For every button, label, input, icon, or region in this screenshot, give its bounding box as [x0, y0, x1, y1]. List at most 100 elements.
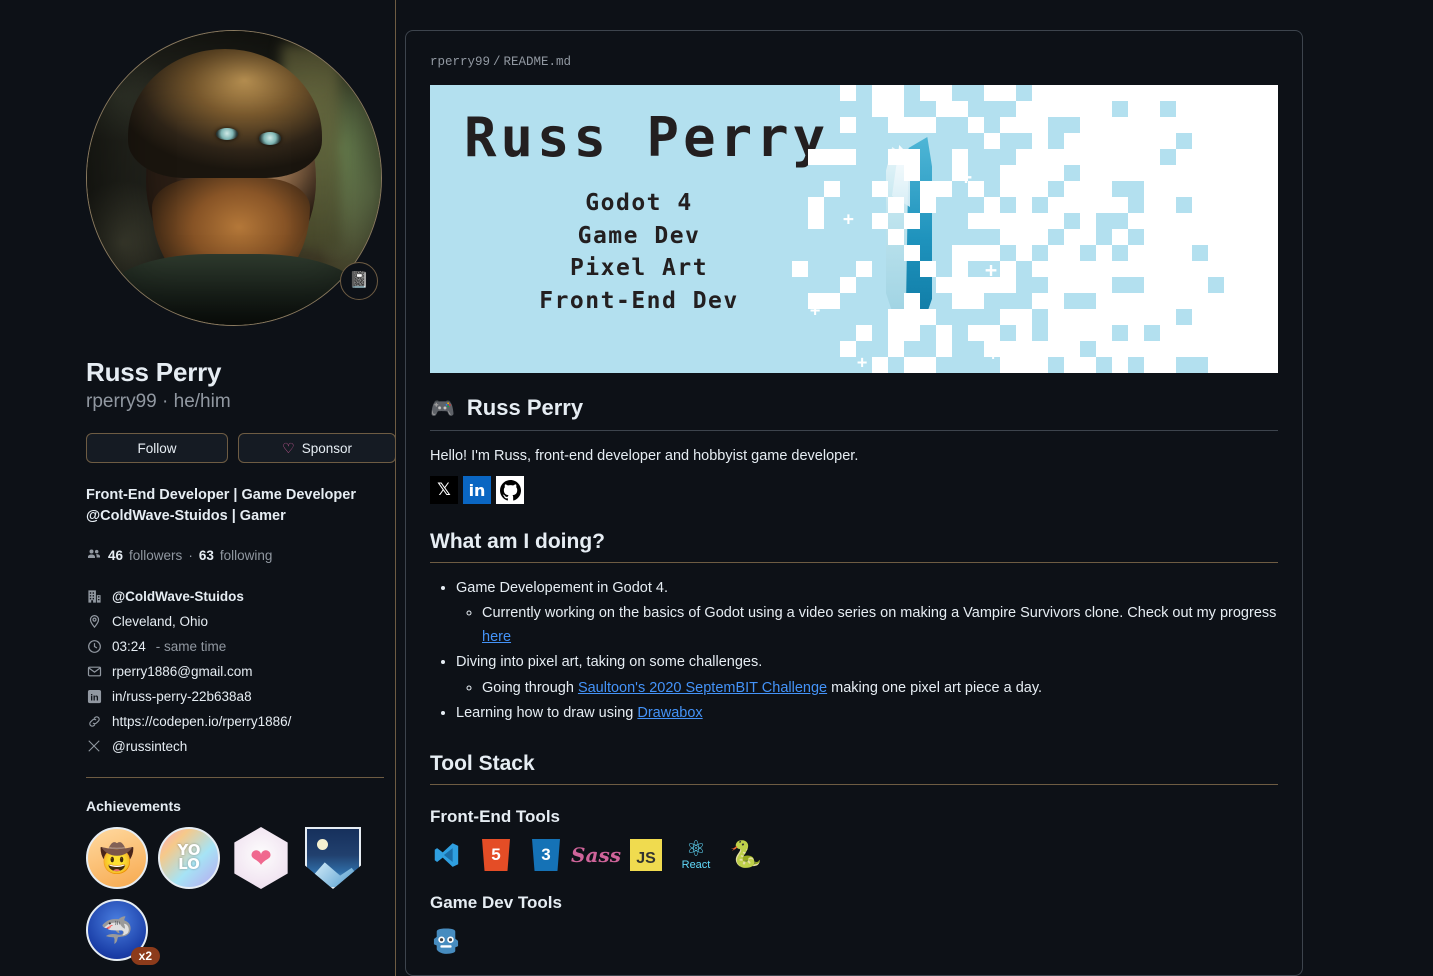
dissolve-pixel — [1080, 101, 1096, 117]
dissolve-pixel — [1192, 85, 1208, 101]
dissolve-pixel — [1064, 341, 1080, 357]
status-emoji-badge[interactable]: 📓 — [340, 262, 378, 300]
achievement-pull-shark[interactable]: 🦈 x2 — [86, 899, 160, 966]
follow-button[interactable]: Follow — [86, 433, 229, 463]
detail-email[interactable]: rperry1886@gmail.com — [86, 662, 396, 680]
detail-x[interactable]: @russintech — [86, 737, 396, 755]
avatar[interactable] — [86, 30, 382, 326]
css3-icon[interactable]: 3 — [530, 838, 562, 871]
mountain-icon — [307, 862, 359, 888]
dissolve-pixel — [1032, 149, 1048, 165]
dissolve-pixel — [1000, 165, 1016, 181]
followers-following[interactable]: 46 followers · 63 following — [86, 546, 396, 565]
subheading-front-end-tools: Front-End Tools — [430, 806, 560, 826]
github-badge[interactable] — [496, 476, 524, 504]
dissolve-pixel — [1208, 149, 1224, 165]
breadcrumb-file[interactable]: README.md — [504, 55, 572, 69]
doing-sublist-1: Going through Saultoon's 2020 SeptemBIT … — [482, 677, 1278, 700]
dissolve-pixel — [1160, 165, 1176, 181]
dissolve-pixel — [1096, 245, 1112, 261]
dissolve-pixel — [1224, 165, 1240, 181]
sass-icon[interactable]: Sass — [571, 839, 621, 871]
dissolve-pixel — [840, 117, 856, 133]
dissolve-pixel — [1176, 85, 1192, 101]
dissolve-pixel — [1080, 261, 1096, 277]
dissolve-pixel — [1240, 181, 1256, 197]
dissolve-pixel — [1240, 213, 1256, 229]
dissolve-pixel — [1000, 181, 1016, 197]
javascript-icon[interactable]: JS — [630, 838, 662, 871]
septembit-challenge-link[interactable]: Saultoon's 2020 SeptemBIT Challenge — [578, 680, 827, 696]
dissolve-pixel — [968, 181, 984, 197]
dissolve-pixel — [936, 181, 952, 197]
breadcrumb-owner[interactable]: rperry99 — [430, 55, 490, 69]
yolo-text: YO LO — [177, 843, 200, 872]
x-badge[interactable]: 𝕏 — [430, 476, 458, 504]
godot-icon[interactable] — [430, 925, 462, 957]
dissolve-pixel — [952, 293, 968, 309]
dissolve-pixel — [1240, 101, 1256, 117]
dissolve-pixel — [1096, 197, 1112, 213]
achievement-pair-extraordinaire[interactable]: ❤ — [230, 827, 292, 890]
dissolve-pixel — [1176, 245, 1192, 261]
linkedin-badge[interactable]: in — [463, 476, 491, 504]
dissolve-pixel — [1048, 245, 1064, 261]
dissolve-pixel — [984, 133, 1000, 149]
dissolve-pixel — [1096, 165, 1112, 181]
dissolve-pixel — [1064, 245, 1080, 261]
dissolve-pixel — [952, 101, 968, 117]
dissolve-pixel — [1048, 213, 1064, 229]
dissolve-pixel — [1000, 85, 1016, 101]
banner-line-4: Front-End Dev — [539, 287, 739, 314]
dissolve-pixel — [1112, 165, 1128, 181]
dissolve-pixel — [1064, 85, 1080, 101]
readme-intro-paragraph: Hello! I'm Russ, front-end developer and… — [430, 448, 859, 464]
sponsor-button[interactable]: ♡ Sponsor — [238, 433, 396, 463]
sidebar-section-divider — [86, 777, 384, 779]
html5-shield: 5 — [482, 838, 510, 871]
dissolve-pixel — [1224, 245, 1240, 261]
dissolve-pixel — [1160, 229, 1176, 245]
dissolve-pixel — [1240, 341, 1256, 357]
dissolve-pixel — [1272, 133, 1278, 149]
dissolve-pixel — [1160, 357, 1176, 373]
detail-website[interactable]: https://codepen.io/rperry1886/ — [86, 712, 396, 730]
vscode-icon[interactable] — [430, 839, 462, 871]
dissolve-pixel — [1272, 245, 1278, 261]
dissolve-pixel — [1256, 357, 1272, 373]
dissolve-pixel — [1032, 357, 1048, 373]
drawabox-link[interactable]: Drawabox — [637, 705, 702, 721]
dissolve-pixel — [1016, 357, 1032, 373]
pair-extraordinaire-icon: ❤ — [234, 827, 288, 890]
dissolve-pixel — [1096, 117, 1112, 133]
dissolve-pixel — [1240, 165, 1256, 181]
dissolve-pixel — [1000, 117, 1016, 133]
doing-item-0-child-pre: Currently working on the basics of Godot… — [482, 605, 1277, 622]
dissolve-pixel — [808, 213, 824, 229]
react-icon[interactable]: ⚛ React — [680, 838, 712, 871]
dissolve-pixel — [984, 245, 1000, 261]
dissolve-pixel — [1160, 133, 1176, 149]
dissolve-pixel — [1160, 261, 1176, 277]
location-icon — [86, 613, 102, 629]
achievement-arctic-code-vault[interactable] — [302, 827, 364, 890]
dissolve-pixel — [904, 293, 920, 309]
html5-icon[interactable]: 5 — [480, 838, 512, 871]
dissolve-pixel — [1192, 101, 1208, 117]
dissolve-pixel — [1176, 213, 1192, 229]
detail-organization[interactable]: @ColdWave-Stuidos — [86, 587, 396, 605]
progress-link[interactable]: here — [482, 629, 511, 645]
dissolve-pixel — [824, 181, 840, 197]
dissolve-pixel — [1112, 117, 1128, 133]
achievement-yolo[interactable]: YO LO — [158, 827, 220, 890]
achievement-quickdraw[interactable]: 🤠 — [86, 827, 148, 890]
detail-linkedin[interactable]: in in/russ-perry-22b638a8 — [86, 687, 396, 705]
dissolve-pixel — [1192, 165, 1208, 181]
dissolve-pixel — [1208, 245, 1224, 261]
dissolve-pixel — [1272, 149, 1278, 165]
dissolve-pixel — [1032, 101, 1048, 117]
python-icon[interactable]: 🐍 — [730, 839, 762, 871]
dissolve-pixel — [1112, 149, 1128, 165]
dissolve-pixel — [1000, 229, 1016, 245]
dissolve-pixel — [1032, 213, 1048, 229]
